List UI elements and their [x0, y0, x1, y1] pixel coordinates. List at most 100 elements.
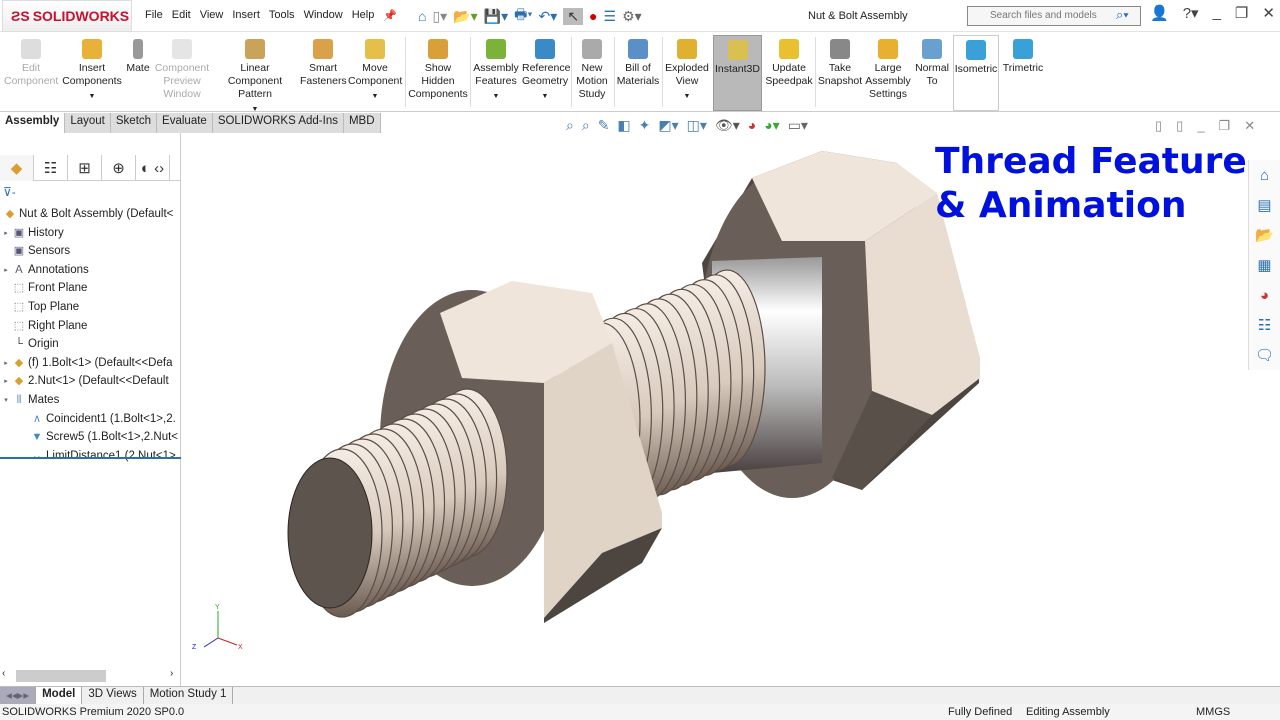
- menu-tools[interactable]: Tools: [269, 9, 295, 22]
- previous-view-icon[interactable]: ✎: [598, 117, 610, 134]
- edit-appearance-icon[interactable]: ◕: [748, 117, 756, 134]
- section-view-icon[interactable]: ◧: [617, 117, 630, 134]
- linear-component-pattern-button[interactable]: Linear Component Pattern ▼: [212, 35, 298, 113]
- appearances-icon[interactable]: ◕: [1249, 280, 1280, 310]
- file-explorer-icon[interactable]: 📂: [1249, 220, 1280, 250]
- take-snapshot-button[interactable]: Take Snapshot: [817, 35, 863, 111]
- file-properties-icon[interactable]: ☰: [604, 8, 617, 25]
- apply-scene-icon[interactable]: ◕▾: [764, 117, 779, 134]
- new-motion-study-button[interactable]: New Motion Study: [573, 35, 611, 111]
- bill-of-materials-button[interactable]: Bill of Materials: [616, 35, 660, 111]
- tree-item[interactable]: ▸ ◆ 2.Nut<1> (Default<<Default: [0, 372, 181, 390]
- large-assembly-settings-button[interactable]: Large Assembly Settings: [865, 35, 911, 111]
- tab-layout[interactable]: Layout: [65, 113, 111, 133]
- assembly-features-button[interactable]: Assembly Features ▼: [472, 35, 520, 111]
- menu-help[interactable]: Help: [352, 9, 375, 22]
- open-file-icon[interactable]: 📂▾: [453, 8, 477, 25]
- configuration-manager-tab-icon[interactable]: ⊞: [68, 155, 102, 181]
- menu-edit[interactable]: Edit: [172, 9, 191, 22]
- viewport-close-button[interactable]: ✕: [1244, 118, 1255, 134]
- reference-geometry-button[interactable]: Reference Geometry ▼: [522, 35, 570, 111]
- solidworks-resources-icon[interactable]: ⌂: [1249, 160, 1280, 190]
- display-style-icon[interactable]: ◫▾: [687, 117, 707, 134]
- move-component-button[interactable]: Move Component ▼: [348, 35, 402, 111]
- tree-item[interactable]: ▸ Ａ Annotations: [0, 261, 181, 279]
- tab-mbd[interactable]: MBD: [343, 113, 381, 133]
- view-settings-icon[interactable]: ▭▾: [788, 117, 808, 134]
- dynamic-annotation-icon[interactable]: ✦: [639, 117, 651, 134]
- rebuild-icon[interactable]: ●: [589, 8, 597, 24]
- isometric-button[interactable]: Isometric: [953, 35, 999, 111]
- tab-model[interactable]: Model: [36, 687, 83, 704]
- property-manager-tab-icon[interactable]: ☷: [34, 155, 68, 181]
- tree-item[interactable]: ▸ ◆ (f) 1.Bolt<1> (Default<<Defa: [0, 354, 181, 372]
- menu-view[interactable]: View: [200, 9, 224, 22]
- normal-to-button[interactable]: Normal To: [913, 35, 951, 111]
- menu-window[interactable]: Window: [304, 9, 343, 22]
- minimize-button[interactable]: _: [1213, 4, 1221, 22]
- expand-arrow-icon[interactable]: ▸: [0, 377, 12, 385]
- graphics-area[interactable]: Thread Feature & Animation Y X Z: [182, 133, 1248, 686]
- instant3d-button[interactable]: Instant3D: [713, 35, 762, 111]
- dimxpert-tab-icon[interactable]: ⊕: [102, 155, 136, 181]
- tree-item[interactable]: ▸ ▣ History: [0, 224, 181, 242]
- tree-item[interactable]: ∧ Coincident1 (1.Bolt<1>,2.: [0, 410, 181, 428]
- edit-component-button[interactable]: Edit Component: [4, 35, 58, 111]
- tab-3d-views[interactable]: 3D Views: [82, 687, 144, 704]
- tree-item[interactable]: ↔ LimitDistance1 (2.Nut<1>: [0, 447, 181, 465]
- filter-icon[interactable]: ⊽-: [3, 185, 16, 199]
- view-orientation-icon[interactable]: ◩▾: [658, 117, 678, 134]
- menu-file[interactable]: File: [145, 9, 163, 22]
- restore-button[interactable]: ❐: [1235, 4, 1248, 22]
- rollback-bar[interactable]: [0, 457, 181, 459]
- zoom-to-fit-icon[interactable]: ⌕: [566, 117, 574, 134]
- design-library-icon[interactable]: ▤: [1249, 190, 1280, 220]
- view-palette-icon[interactable]: ▦: [1249, 250, 1280, 280]
- tab-scroll-arrows[interactable]: ◂◂▸▸: [0, 687, 37, 704]
- tree-item[interactable]: ⬚ Front Plane: [0, 279, 181, 297]
- expand-arrow-icon[interactable]: ▸: [0, 266, 12, 274]
- print-icon[interactable]: 🖶▾: [514, 4, 532, 28]
- custom-properties-icon[interactable]: ☷: [1249, 310, 1280, 340]
- forum-icon[interactable]: 🗨: [1249, 340, 1280, 370]
- component-preview-window-button[interactable]: Component Preview Window: [153, 35, 211, 111]
- tile-right-icon[interactable]: ▯: [1176, 118, 1183, 134]
- search-icon[interactable]: ⌕▾: [1116, 7, 1129, 23]
- unit-system-button[interactable]: MMGS: [1196, 706, 1230, 718]
- insert-components-button[interactable]: Insert Components ▼: [62, 35, 122, 111]
- smart-fasteners-button[interactable]: Smart Fasteners: [300, 35, 347, 111]
- tab-motion-study-1[interactable]: Motion Study 1: [144, 687, 234, 704]
- tab-evaluate[interactable]: Evaluate: [157, 113, 213, 133]
- options-gear-icon[interactable]: ⚙▾: [622, 8, 642, 25]
- tree-item[interactable]: ▾ ⫴ Mates: [0, 391, 181, 409]
- undo-icon[interactable]: ↶▾: [539, 8, 558, 25]
- user-icon[interactable]: 👤: [1150, 4, 1169, 22]
- new-file-icon[interactable]: ▯▾: [432, 8, 447, 25]
- tree-item[interactable]: ▣ Sensors: [0, 242, 181, 260]
- horizontal-scrollbar[interactable]: ‹ ›: [0, 668, 181, 684]
- update-speedpak-button[interactable]: Update Speedpak: [765, 35, 813, 111]
- zoom-to-area-icon[interactable]: ⌕: [582, 117, 590, 134]
- display-manager-tab-icon[interactable]: ◐ ‹›: [136, 155, 170, 181]
- tree-item[interactable]: └ Origin: [0, 335, 181, 353]
- solidworks-logo[interactable]: ƧS SOLIDWORKS: [2, 0, 132, 32]
- help-icon[interactable]: ?▾: [1183, 4, 1199, 22]
- save-icon[interactable]: 💾▾: [484, 8, 508, 25]
- viewport-minimize-button[interactable]: _: [1197, 118, 1204, 134]
- tab-sketch[interactable]: Sketch: [110, 113, 158, 133]
- pin-icon[interactable]: 📌: [383, 9, 397, 22]
- tree-item[interactable]: ◆ Nut & Bolt Assembly (Default<: [0, 205, 181, 223]
- close-button[interactable]: ✕: [1262, 4, 1275, 22]
- tree-item[interactable]: ⬚ Top Plane: [0, 298, 181, 316]
- viewport-restore-button[interactable]: ❐: [1219, 118, 1231, 134]
- tab-addins[interactable]: SOLIDWORKS Add-Ins: [212, 113, 344, 133]
- menu-insert[interactable]: Insert: [232, 9, 260, 22]
- feature-manager-tab-icon[interactable]: ◆: [0, 155, 34, 181]
- collapse-arrow-icon[interactable]: ▾: [0, 396, 12, 404]
- home-icon[interactable]: ⌂: [418, 8, 426, 24]
- tile-left-icon[interactable]: ▯: [1155, 118, 1162, 134]
- hide-show-items-icon[interactable]: 👁▾: [715, 117, 740, 134]
- exploded-view-button[interactable]: Exploded View ▼: [664, 35, 710, 111]
- mate-button[interactable]: Mate: [124, 35, 152, 111]
- scrollbar-thumb[interactable]: [16, 670, 106, 682]
